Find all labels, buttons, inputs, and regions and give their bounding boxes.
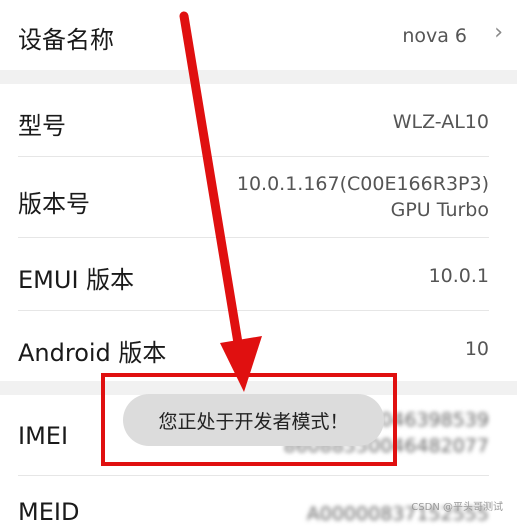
annotation-arrow-icon	[179, 11, 262, 392]
watermark: CSDN @平头哥测试	[411, 502, 503, 513]
